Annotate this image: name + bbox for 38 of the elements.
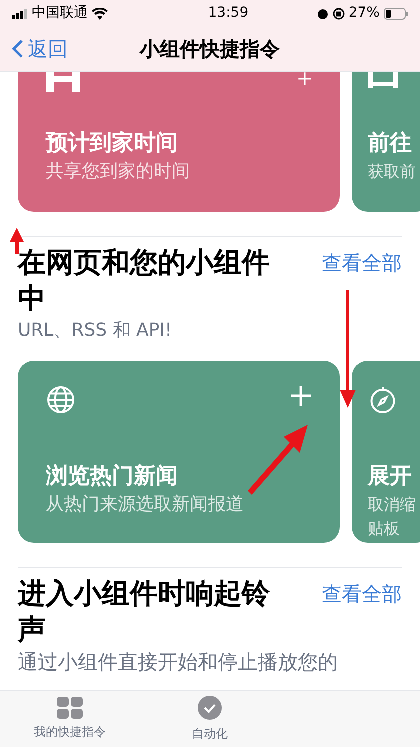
plus-icon[interactable]	[298, 72, 312, 86]
section-title: 在网页和您的小组件中	[18, 245, 271, 317]
shortcut-card[interactable]: 前往 获取前	[352, 72, 420, 212]
clock-time: 13:59	[208, 4, 249, 23]
annotation-arrow	[248, 425, 310, 495]
shortcut-card[interactable]: 展开 取消缩 贴板	[352, 361, 420, 543]
card-title: 前往	[368, 130, 413, 158]
battery-icon	[384, 8, 408, 20]
card-title: 浏览热门新闻	[46, 462, 179, 491]
globe-icon	[46, 385, 76, 415]
chevron-left-icon	[12, 39, 24, 59]
section-subtitle: 通过小组件直接开始和停止播放您的	[17, 649, 339, 676]
card-title: 预计到家时间	[46, 130, 179, 158]
wifi-icon	[92, 8, 108, 20]
tab-item[interactable]: 我的快捷指令	[0, 697, 140, 741]
nav-title: 小组件快捷指令	[140, 36, 280, 63]
plus-icon[interactable]	[290, 385, 312, 407]
card-title: 展开	[368, 463, 413, 491]
section-subtitle: URL、RSS 和 API!	[17, 319, 174, 343]
carrier-name: 中国联通	[32, 4, 88, 23]
card-subtitle: 取消缩	[368, 494, 417, 516]
signal-icon	[12, 8, 28, 18]
clock-check-icon	[197, 695, 223, 721]
card-subtitle: 共享您到家的时间	[46, 160, 191, 184]
tab-item[interactable]: 自动化	[140, 695, 280, 743]
card-subtitle: 获取前	[368, 161, 417, 183]
shortcut-card[interactable]: 浏览热门新闻 从热门来源选取新闻报道	[18, 361, 340, 543]
grid-icon	[57, 697, 83, 719]
compass-icon	[368, 385, 398, 415]
card-subtitle: 从热门来源选取新闻报道	[46, 493, 245, 517]
see-all-link[interactable]: 查看全部	[322, 245, 402, 281]
see-all-link[interactable]: 查看全部	[322, 576, 402, 612]
section-title: 进入小组件时响起铃声	[18, 576, 271, 648]
shortcut-card[interactable]: 预计到家时间 共享您到家的时间	[18, 72, 340, 212]
card-subtitle: 贴板	[368, 518, 401, 540]
battery-percent: 27%	[348, 4, 380, 23]
rotation-lock-icon	[332, 8, 345, 20]
back-button[interactable]: 返回	[0, 34, 68, 64]
